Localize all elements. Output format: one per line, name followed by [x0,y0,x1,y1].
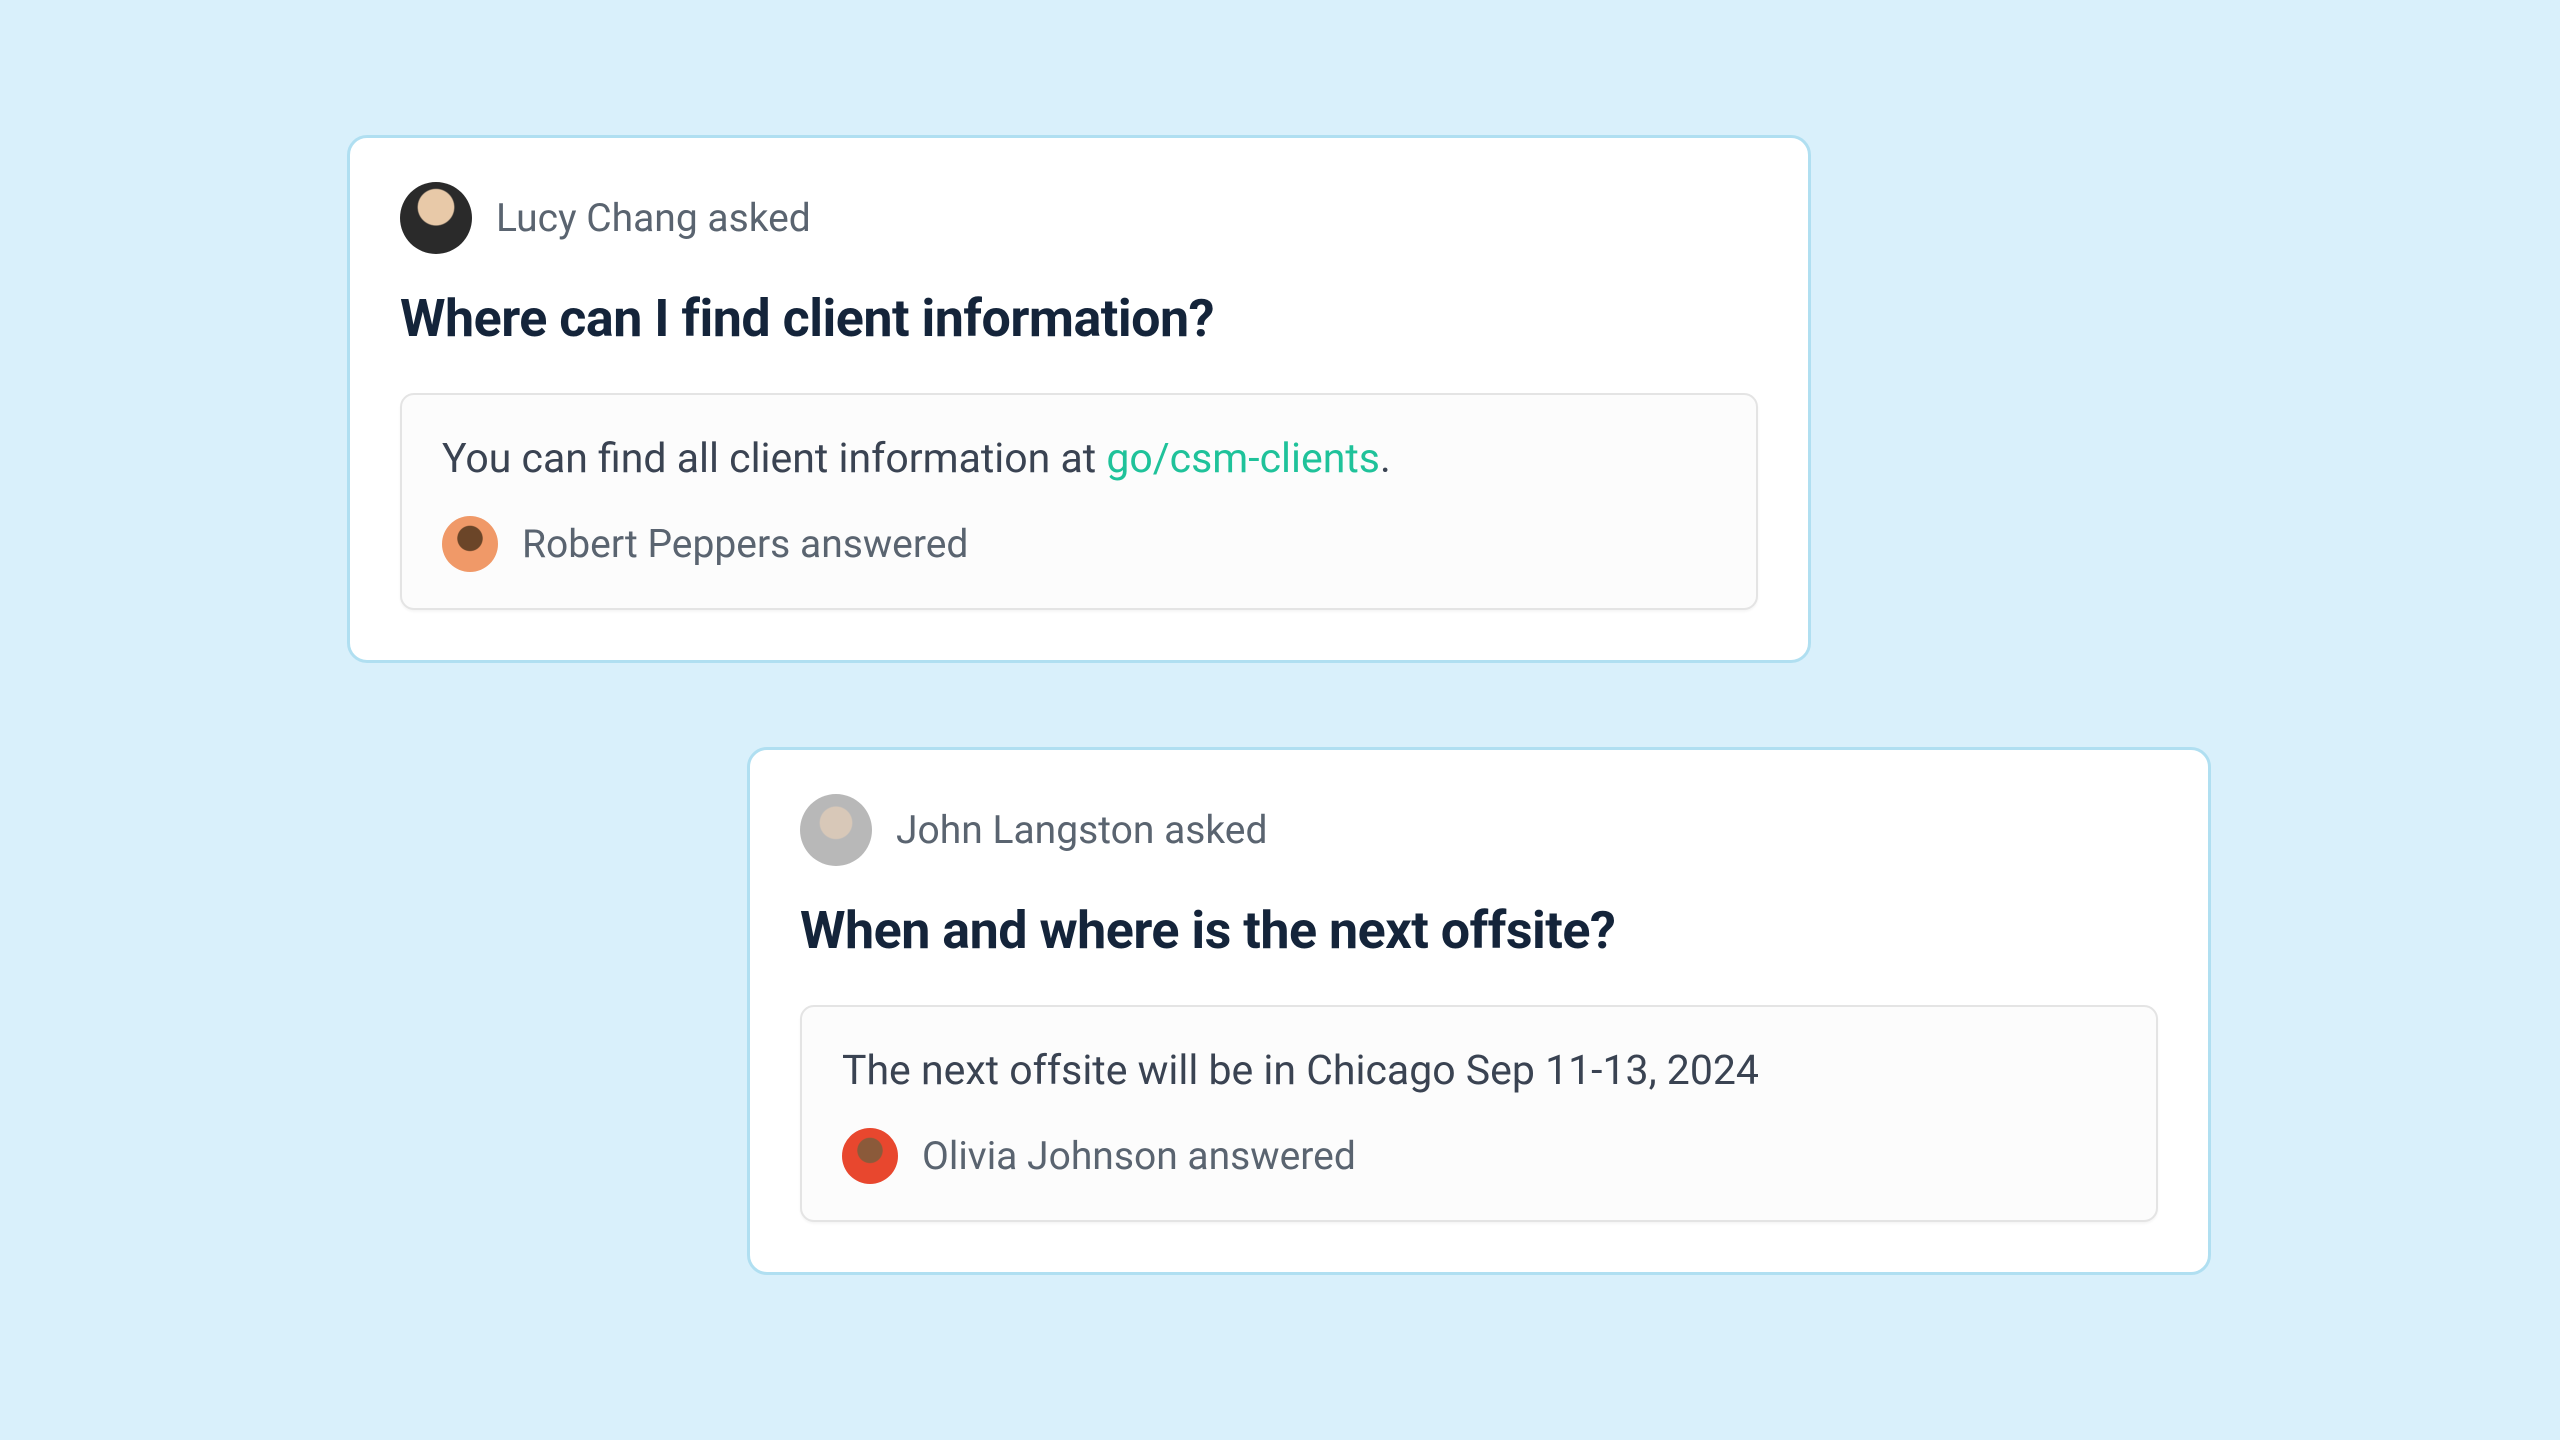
asker-row: John Langston asked [800,794,2158,866]
answer-text-suffix: . [1380,435,1391,483]
qa-card: Lucy Chang asked Where can I find client… [347,135,1811,663]
answer-link[interactable]: go/csm-clients [1106,435,1380,483]
avatar [442,516,498,572]
question-title: When and where is the next offsite? [800,900,2158,961]
answerer-row: Olivia Johnson answered [842,1128,2116,1184]
question-title: Where can I find client information? [400,288,1758,349]
avatar [400,182,472,254]
answer-text-prefix: You can find all client information at [442,435,1106,483]
asker-row: Lucy Chang asked [400,182,1758,254]
asker-label: Lucy Chang asked [496,195,811,241]
answer-box: You can find all client information at g… [400,393,1758,610]
qa-card: John Langston asked When and where is th… [747,747,2211,1275]
answerer-label: Olivia Johnson answered [922,1133,1356,1179]
asker-label: John Langston asked [896,807,1267,853]
answerer-row: Robert Peppers answered [442,516,1716,572]
answer-box: The next offsite will be in Chicago Sep … [800,1005,2158,1222]
avatar [800,794,872,866]
answerer-label: Robert Peppers answered [522,521,968,567]
answer-text: The next offsite will be in Chicago Sep … [842,1043,2116,1100]
avatar [842,1128,898,1184]
answer-text: You can find all client information at g… [442,431,1716,488]
